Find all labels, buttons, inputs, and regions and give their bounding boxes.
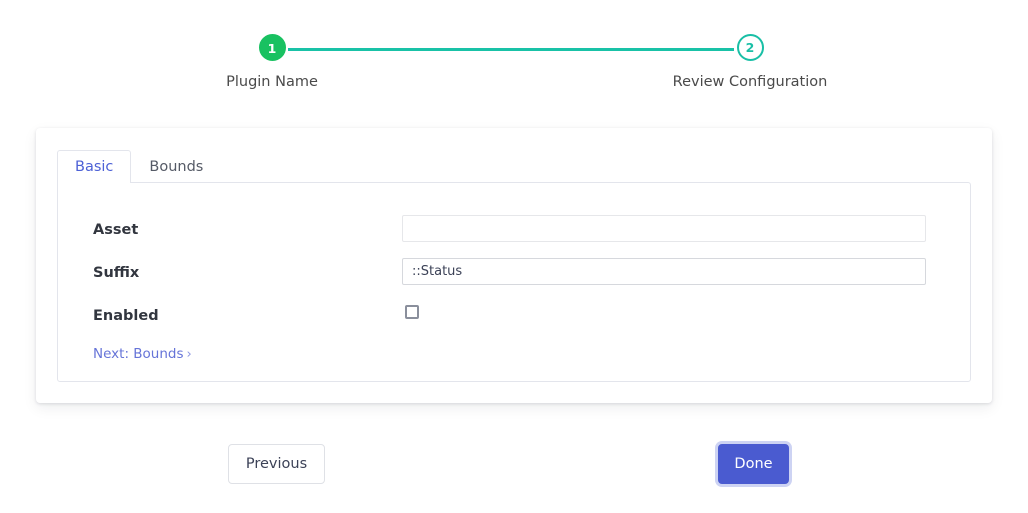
stepper-step-plugin-name[interactable]: 1 Plugin Name	[172, 30, 372, 90]
form-row-suffix: Suffix	[58, 258, 972, 288]
form-row-enabled: Enabled	[58, 301, 972, 331]
chevron-right-icon: ›	[187, 347, 192, 362]
field-wrap-asset	[402, 215, 926, 242]
suffix-input[interactable]	[402, 258, 926, 285]
label-asset: Asset	[93, 215, 138, 245]
next-bounds-link[interactable]: Next: Bounds›	[93, 346, 192, 362]
label-suffix: Suffix	[93, 258, 139, 288]
field-wrap-enabled	[402, 301, 926, 319]
done-button[interactable]: Done	[718, 444, 789, 484]
step-badge-1: 1	[259, 34, 286, 61]
tab-bar: Basic Bounds	[57, 150, 221, 183]
tab-basic[interactable]: Basic	[57, 150, 131, 183]
field-wrap-suffix	[402, 258, 926, 285]
configuration-card: Basic Bounds Asset Suffix Enabled	[36, 128, 992, 403]
tab-panel-basic: Asset Suffix Enabled Next: Bounds›	[57, 182, 971, 382]
step-badge-2: 2	[737, 34, 764, 61]
label-enabled: Enabled	[93, 301, 159, 331]
next-bounds-label: Next: Bounds	[93, 346, 184, 362]
asset-input[interactable]	[402, 215, 926, 242]
wizard-footer: Previous Done	[0, 444, 1028, 486]
tab-bounds[interactable]: Bounds	[131, 150, 221, 183]
form-row-asset: Asset	[58, 215, 972, 245]
wizard-page: 1 Plugin Name 2 Review Configuration Bas…	[0, 0, 1028, 513]
step-label-1: Plugin Name	[172, 74, 372, 90]
enabled-checkbox[interactable]	[405, 305, 419, 319]
previous-button[interactable]: Previous	[228, 444, 325, 484]
stepper-step-review-configuration[interactable]: 2 Review Configuration	[650, 30, 850, 90]
wizard-stepper: 1 Plugin Name 2 Review Configuration	[0, 30, 1028, 100]
step-label-2: Review Configuration	[650, 74, 850, 90]
